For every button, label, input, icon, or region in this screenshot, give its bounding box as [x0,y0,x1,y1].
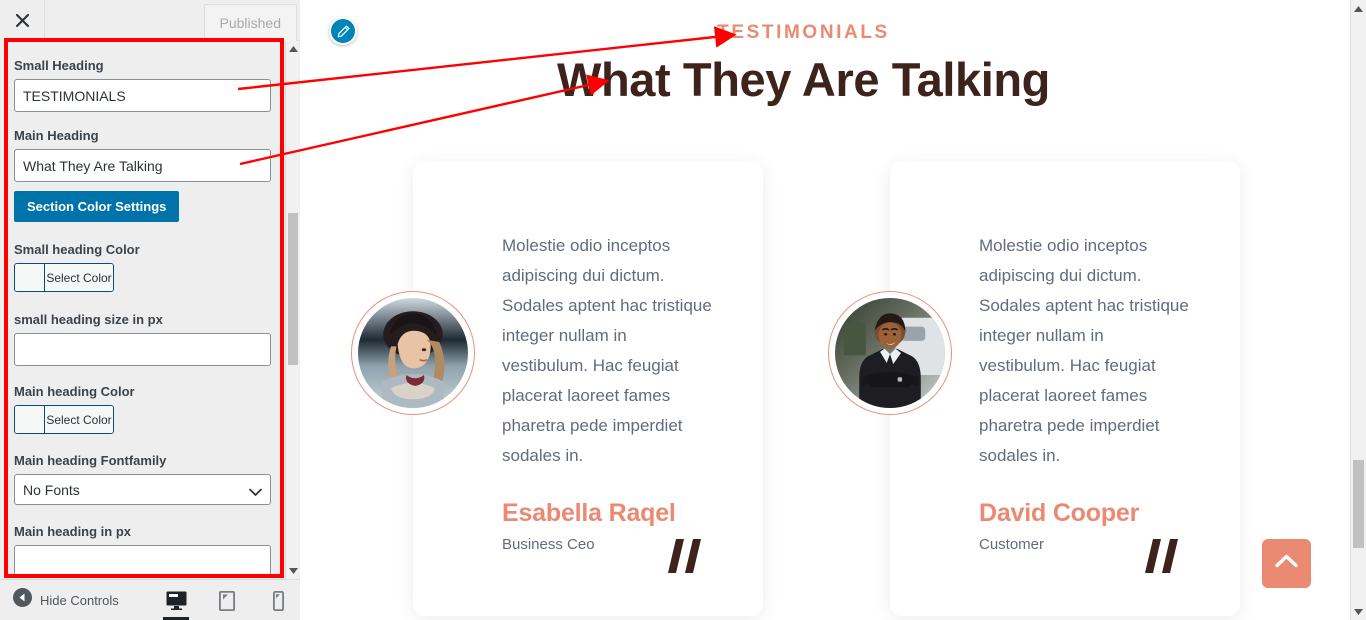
main-heading-px-input[interactable] [14,545,271,578]
testimonial-quote: Molestie odio inceptos adipiscing dui di… [502,236,712,465]
sidebar-scrollbar[interactable] [285,41,299,579]
scrollbar-down-arrow-icon[interactable] [286,563,300,579]
window-scroll-up-arrow-icon[interactable] [1351,0,1366,17]
customizer-controls-body: Small Heading Main Heading Section Color… [0,41,300,579]
customizer-footer: Hide Controls [0,579,300,620]
main-heading-color-swatch [15,406,45,433]
customizer-screen: Published Small Heading Main Heading Sec… [0,0,1366,620]
small-heading-size-input[interactable] [14,333,271,366]
desktop-icon[interactable] [160,580,192,620]
small-heading-color-swatch [15,264,45,291]
main-heading-color-label: Main heading Color [14,384,135,399]
testimonial-cards: Molestie odio inceptos adipiscing dui di… [351,161,1243,620]
close-x-icon[interactable] [0,0,45,41]
man-in-suit-avatar [835,298,945,408]
window-scroll-down-arrow-icon[interactable] [1351,603,1366,620]
testimonial-name: David Cooper [979,499,1140,527]
mobile-icon[interactable] [262,580,294,620]
tablet-icon[interactable] [211,580,243,620]
preview-small-heading: TESTIMONIALS [717,22,890,43]
customizer-scroll-content: Small Heading Main Heading Section Color… [0,41,286,579]
testimonial-role: Business Ceo [502,536,595,553]
site-preview-frame: TESTIMONIALS What They Are Talking Moles… [301,0,1350,620]
avatar [351,291,475,415]
quotation-mark-icon [1139,539,1181,573]
testimonial-role: Customer [979,536,1045,553]
testimonial-name: Esabella Raqel [502,499,676,527]
collapse-left-icon [13,588,32,612]
sidebar-scrollbar-thumb[interactable] [288,213,298,365]
published-label: Published [219,15,282,31]
customizer-sidebar: Published Small Heading Main Heading Sec… [0,0,300,620]
main-heading-fontfamily-label: Main heading Fontfamily [14,453,167,468]
main-heading-px-label: Main heading in px [14,524,132,539]
small-heading-color-picker[interactable]: Select Color [14,263,114,292]
scrollbar-up-arrow-icon[interactable] [286,41,300,57]
customizer-header: Published [0,0,300,41]
testimonial-card: Molestie odio inceptos adipiscing dui di… [828,161,1240,616]
chevron-up-icon [1275,554,1298,573]
scroll-to-top-button[interactable] [1262,539,1311,588]
hide-controls-button[interactable]: Hide Controls [0,588,119,612]
small-heading-color-label: Small heading Color [14,242,140,257]
woman-in-beanie-avatar [358,298,468,408]
small-heading-size-label: small heading size in px [14,312,163,327]
main-heading-input[interactable] [14,149,271,182]
small-heading-input[interactable] [14,79,271,112]
main-heading-fontfamily-wrap: No Fonts [14,474,271,505]
hide-controls-label: Hide Controls [40,592,119,608]
section-color-settings-button[interactable]: Section Color Settings [14,191,180,222]
published-status-tab[interactable]: Published [203,4,297,41]
testimonial-quote: Molestie odio inceptos adipiscing dui di… [979,236,1189,465]
avatar [828,291,952,415]
main-heading-select-color-label: Select Color [45,406,113,433]
device-preview-switcher [160,580,294,620]
main-heading-fontfamily-select[interactable]: No Fonts [14,474,271,505]
main-heading-color-picker[interactable]: Select Color [14,405,114,434]
small-heading-label: Small Heading [14,58,104,73]
main-heading-label: Main Heading [14,128,99,143]
testimonial-card: Molestie odio inceptos adipiscing dui di… [351,161,763,616]
window-scrollbar-thumb[interactable] [1353,460,1364,548]
quotation-mark-icon [662,539,704,573]
small-heading-select-color-label: Select Color [45,264,113,291]
window-scrollbar[interactable] [1350,0,1366,620]
preview-main-heading: What They Are Talking [557,53,1050,106]
